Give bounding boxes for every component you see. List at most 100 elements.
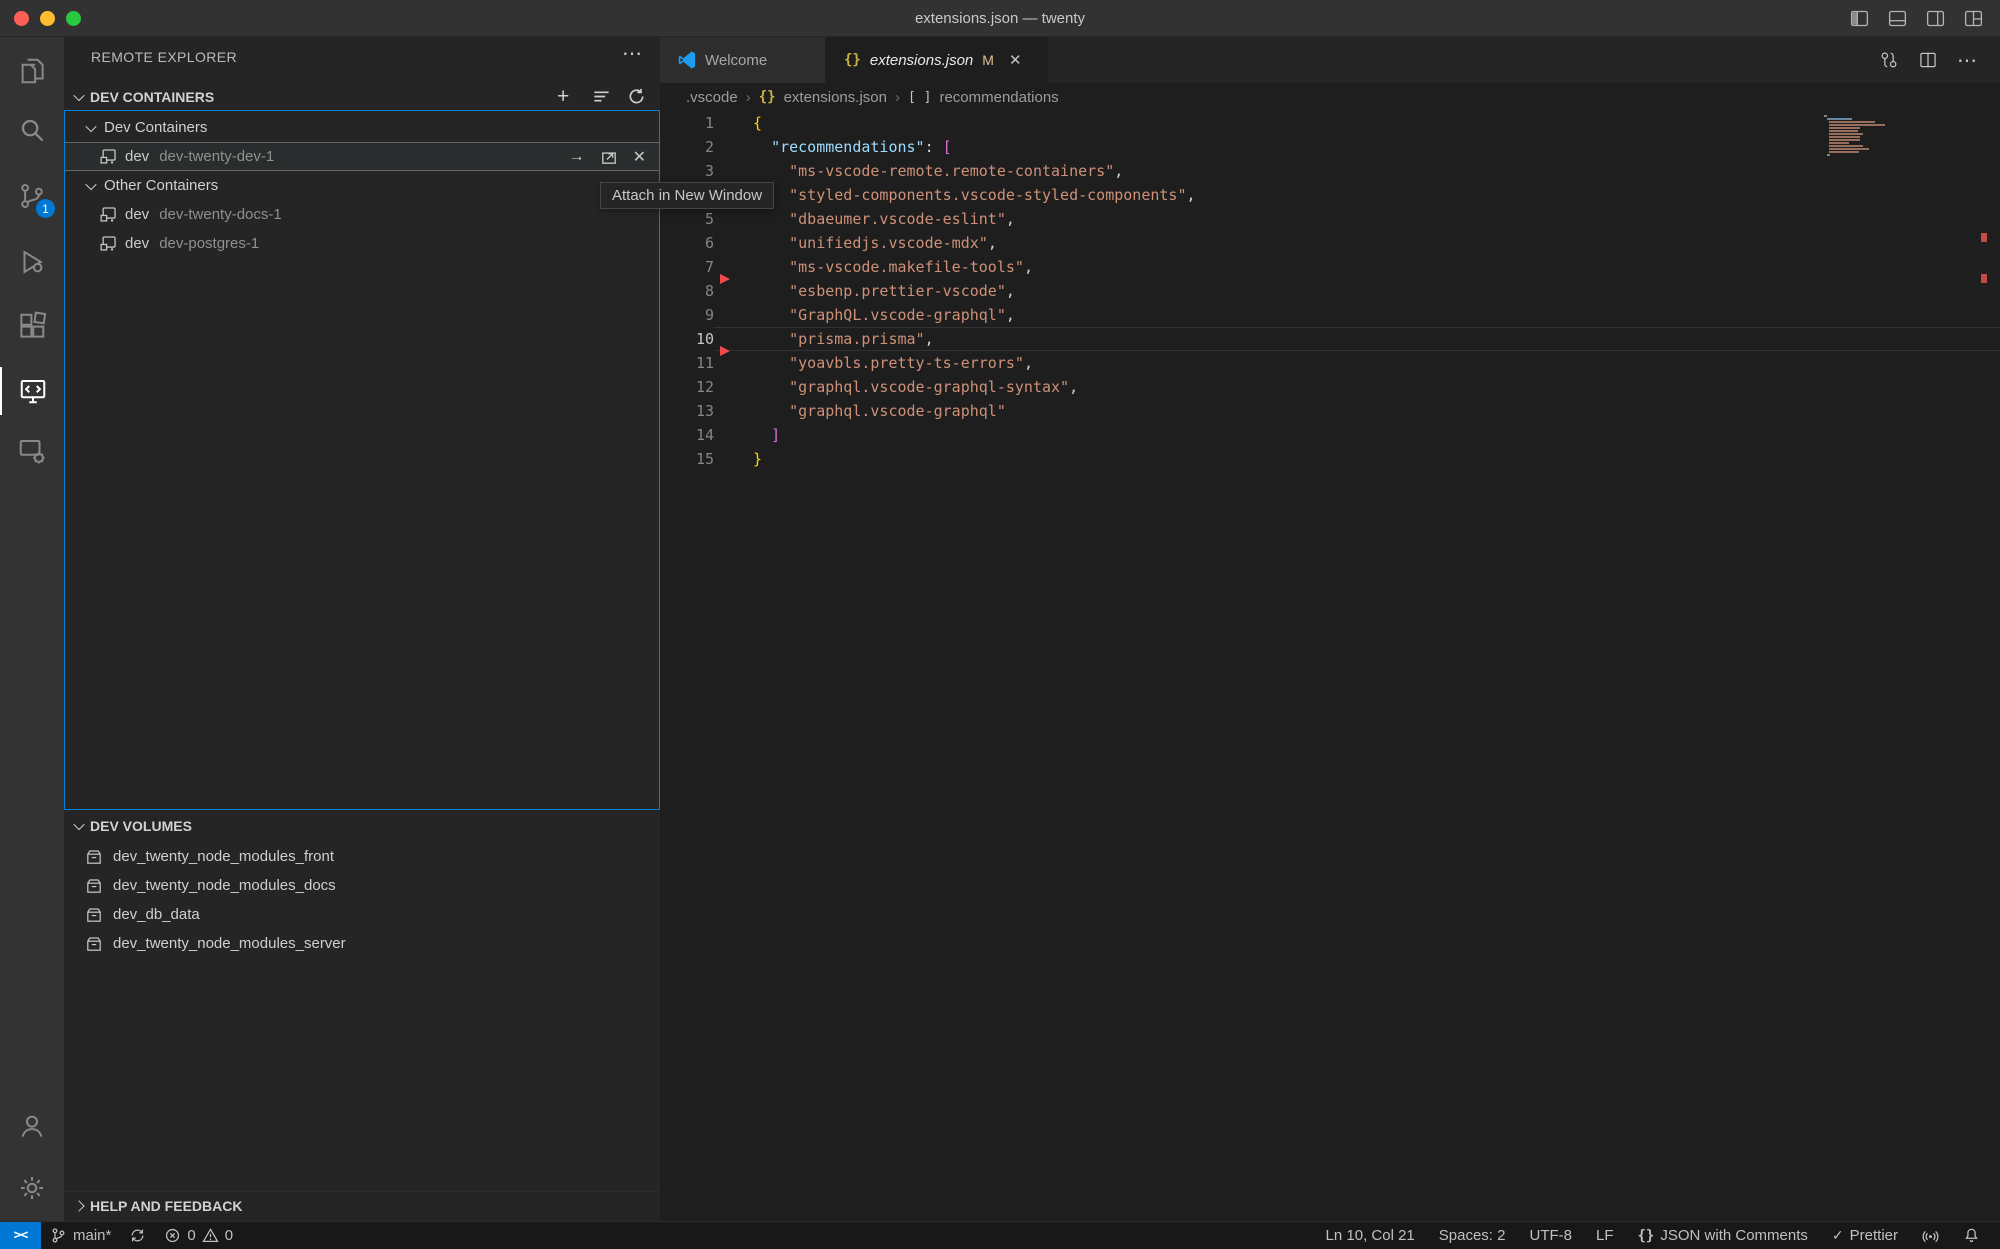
code-line-12[interactable]: 12 "graphql.vscode-graphql-syntax", <box>660 375 2000 399</box>
extensions-icon[interactable] <box>0 302 64 350</box>
editor-group: Welcome {} extensions.json M ✕ ⋯ .vscode… <box>660 37 2000 1221</box>
refresh-icon[interactable] <box>627 87 646 106</box>
chevron-down-icon <box>73 819 84 830</box>
explorer-icon[interactable] <box>0 47 64 95</box>
tree-item-dev-postgres-1[interactable]: devdev-postgres-1 <box>65 229 659 258</box>
toggle-primary-sidebar-icon[interactable] <box>1849 8 1870 29</box>
dev-containers-icon[interactable] <box>0 427 64 475</box>
code-area[interactable]: 1{2 "recommendations": [3 "ms-vscode-rem… <box>660 111 2000 1221</box>
source-control-icon[interactable]: 1 <box>0 172 64 220</box>
line-content: "unifiedjs.vscode-mdx", <box>714 231 2000 255</box>
tree-item-dev-twenty-docs-1[interactable]: devdev-twenty-docs-1 <box>65 200 659 229</box>
more-actions-icon[interactable]: ⋯ <box>622 41 642 66</box>
dev-volumes-section-header[interactable]: DEV VOLUMES <box>64 812 660 840</box>
breadcrumb-folder[interactable]: .vscode <box>686 89 738 106</box>
split-editor-icon[interactable] <box>1918 50 1938 70</box>
git-branch-item[interactable]: main* <box>41 1222 120 1249</box>
volume-item-dev_db_data[interactable]: dev_db_data <box>64 900 660 929</box>
accounts-icon[interactable] <box>0 1102 64 1150</box>
encoding-item[interactable]: UTF-8 <box>1517 1222 1584 1249</box>
code-line-6[interactable]: 6 "unifiedjs.vscode-mdx", <box>660 231 2000 255</box>
attach-in-new-window-tooltip: Attach in New Window <box>600 182 774 209</box>
line-number: 6 <box>660 231 714 255</box>
chevron-down-icon <box>73 89 84 100</box>
dev-container-icon <box>99 234 118 253</box>
open-changes-icon[interactable] <box>1879 50 1899 70</box>
tree-item-dev-twenty-dev-1[interactable]: devdev-twenty-dev-1→✕ <box>65 142 659 171</box>
volume-item-dev_twenty_node_modules_server[interactable]: dev_twenty_node_modules_server <box>64 929 660 958</box>
zoom-window-button[interactable] <box>66 11 81 26</box>
code-line-1[interactable]: 1{ <box>660 111 2000 135</box>
breadcrumb-symbol[interactable]: recommendations <box>939 89 1058 106</box>
code-line-11[interactable]: 11 "yoavbls.pretty-ts-errors", <box>660 351 2000 375</box>
dev-volume-icon <box>85 906 103 924</box>
code-line-5[interactable]: 5 "dbaeumer.vscode-eslint", <box>660 207 2000 231</box>
code-line-10[interactable]: 10 "prisma.prisma", <box>660 327 2000 351</box>
dev-volumes-list: dev_twenty_node_modules_front dev_twenty_… <box>64 842 660 958</box>
code-line-8[interactable]: 8 "esbenp.prettier-vscode", <box>660 279 2000 303</box>
tree-group-dev-containers[interactable]: Dev Containers <box>65 113 659 142</box>
toggle-panel-icon[interactable] <box>1887 8 1908 29</box>
code-line-15[interactable]: 15} <box>660 447 2000 471</box>
eol-item[interactable]: LF <box>1584 1222 1626 1249</box>
minimize-window-button[interactable] <box>40 11 55 26</box>
code-line-9[interactable]: 9 "GraphQL.vscode-graphql", <box>660 303 2000 327</box>
warnings-icon <box>202 1227 219 1244</box>
dev-containers-section-header[interactable]: DEV CONTAINERS + <box>64 83 660 110</box>
breadcrumb-file[interactable]: extensions.json <box>784 89 887 106</box>
code-line-7[interactable]: 7 "ms-vscode.makefile-tools", <box>660 255 2000 279</box>
toggle-secondary-sidebar-icon[interactable] <box>1925 8 1946 29</box>
tab-bar: Welcome {} extensions.json M ✕ ⋯ <box>660 37 2000 83</box>
line-content: ] <box>714 423 2000 447</box>
attach-in-new-window-button[interactable] <box>600 148 618 166</box>
warning-count: 0 <box>225 1227 233 1244</box>
problems-item[interactable]: 0 0 <box>155 1222 242 1249</box>
container-description: dev-twenty-dev-1 <box>159 148 274 165</box>
formatter-item[interactable]: ✓ Prettier <box>1820 1222 1910 1249</box>
settings-gear-icon[interactable] <box>0 1164 64 1212</box>
close-tab-icon[interactable]: ✕ <box>1009 51 1022 69</box>
git-deleted-lines-marker[interactable] <box>720 274 730 284</box>
help-and-feedback-section-header[interactable]: HELP AND FEEDBACK <box>64 1191 660 1220</box>
tab-extensions-json[interactable]: {} extensions.json M ✕ <box>826 37 1048 83</box>
stop-container-button[interactable]: ✕ <box>633 147 646 167</box>
volume-label: dev_twenty_node_modules_docs <box>113 877 336 894</box>
language-mode-item[interactable]: {} JSON with Comments <box>1626 1222 1820 1249</box>
add-icon[interactable]: + <box>557 87 576 106</box>
close-window-button[interactable] <box>14 11 29 26</box>
more-actions-icon[interactable]: ⋯ <box>1957 48 1978 73</box>
minimap-line <box>1827 154 1830 156</box>
code-line-3[interactable]: 3 "ms-vscode-remote.remote-containers", <box>660 159 2000 183</box>
indentation-item[interactable]: Spaces: 2 <box>1427 1222 1518 1249</box>
run-and-debug-icon[interactable] <box>0 238 64 286</box>
vscode-logo-icon <box>678 51 696 69</box>
breadcrumb: .vscode › {} extensions.json › [ ] recom… <box>660 83 2000 111</box>
code-line-13[interactable]: 13 "graphql.vscode-graphql" <box>660 399 2000 423</box>
remote-explorer-icon[interactable] <box>0 367 64 415</box>
attach-to-container-button[interactable]: → <box>569 148 585 166</box>
code-line-14[interactable]: 14 ] <box>660 423 2000 447</box>
minimap[interactable] <box>1824 115 1894 157</box>
chevron-down-icon <box>85 178 96 189</box>
braces-icon: {} <box>1638 1228 1655 1244</box>
json-file-icon: {} <box>844 52 861 68</box>
volume-item-dev_twenty_node_modules_front[interactable]: dev_twenty_node_modules_front <box>64 842 660 871</box>
volume-item-dev_twenty_node_modules_docs[interactable]: dev_twenty_node_modules_docs <box>64 871 660 900</box>
git-deleted-lines-marker[interactable] <box>720 346 730 356</box>
customize-layout-icon[interactable] <box>1963 8 1984 29</box>
line-number: 8 <box>660 279 714 303</box>
container-description: dev-postgres-1 <box>159 235 259 252</box>
code-line-4[interactable]: 4 "styled-components.vscode-styled-compo… <box>660 183 2000 207</box>
tree-group-other-containers[interactable]: Other Containers <box>65 171 659 200</box>
sync-changes-item[interactable] <box>120 1222 155 1249</box>
code-line-2[interactable]: 2 "recommendations": [ <box>660 135 2000 159</box>
tab-welcome[interactable]: Welcome <box>660 37 826 83</box>
notifications-item[interactable] <box>1951 1222 1992 1249</box>
bell-icon <box>1963 1227 1980 1244</box>
remote-indicator[interactable]: >< <box>0 1222 41 1249</box>
cursor-position-item[interactable]: Ln 10, Col 21 <box>1314 1222 1427 1249</box>
line-number: 15 <box>660 447 714 471</box>
broadcast-item[interactable] <box>1910 1222 1951 1249</box>
search-icon[interactable] <box>0 106 64 154</box>
list-icon[interactable] <box>592 87 611 106</box>
